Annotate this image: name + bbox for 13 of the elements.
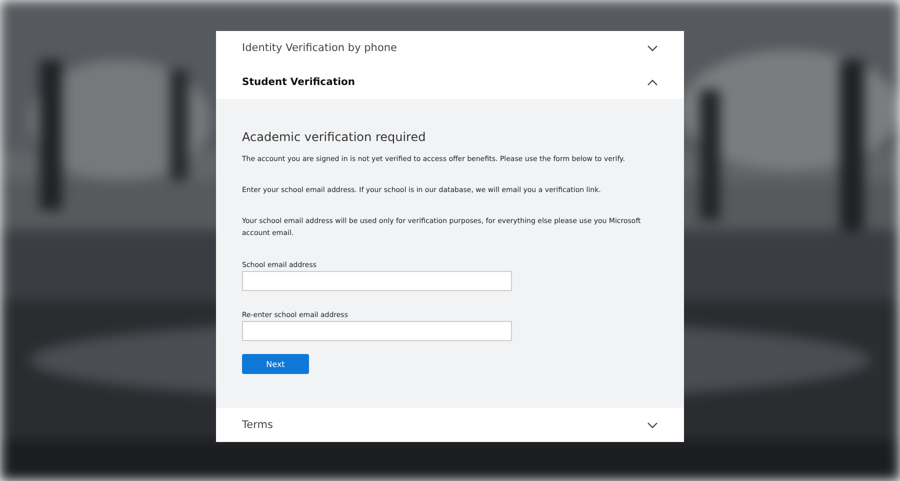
section-title: Identity Verification by phone <box>242 42 397 54</box>
form-heading: Academic verification required <box>242 130 426 144</box>
next-button[interactable]: Next <box>242 354 309 374</box>
chevron-down-icon <box>647 422 658 428</box>
input-field[interactable] <box>242 321 512 341</box>
section-title: Terms <box>242 419 273 431</box>
accordion-header[interactable]: Terms <box>216 408 684 442</box>
accordion-header[interactable]: Student Verification <box>216 65 684 99</box>
chevron-up-icon <box>647 78 658 86</box>
accordion-header[interactable]: Identity Verification by phone <box>216 31 684 65</box>
chevron-down-icon <box>647 44 658 52</box>
section-title: Student Verification <box>242 76 356 88</box>
input-field[interactable] <box>242 271 512 291</box>
